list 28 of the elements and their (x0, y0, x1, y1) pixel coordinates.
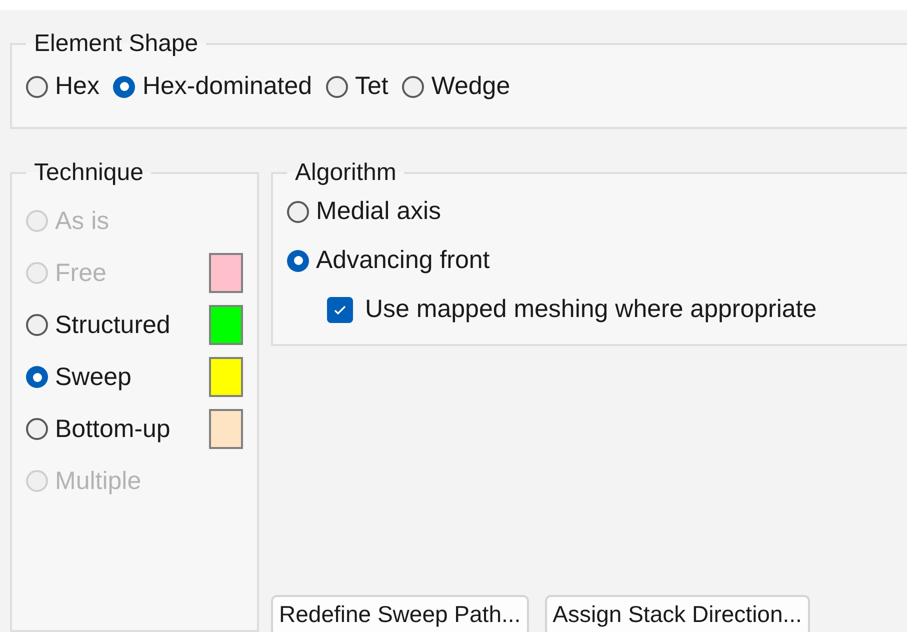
radio-icon (402, 76, 424, 98)
radio-button[interactable]: Wedge (402, 72, 510, 101)
radio-button[interactable]: Hex-dominated (113, 72, 312, 101)
radio-icon (26, 210, 48, 232)
radio-icon (26, 418, 48, 440)
action-button[interactable]: Redefine Sweep Path... (271, 595, 529, 632)
radio-icon (326, 76, 348, 98)
radio-icon (287, 200, 309, 222)
radio-button[interactable]: Sweep (26, 362, 132, 392)
radio-icon (287, 250, 309, 272)
radio-button[interactable]: Advancing front (287, 246, 907, 275)
group-title: Technique (33, 159, 144, 187)
checkmark-icon (327, 296, 353, 322)
radio-button[interactable]: Bottom-up (26, 414, 170, 444)
group-title: Algorithm (294, 159, 398, 187)
radio-button[interactable]: Tet (326, 72, 388, 101)
action-button[interactable]: Assign Stack Direction... (544, 595, 810, 632)
radio-icon (26, 470, 48, 492)
radio-icon (26, 314, 48, 336)
radio-button[interactable]: Hex (26, 72, 100, 101)
radio-icon (113, 76, 136, 98)
radio-icon (26, 366, 48, 388)
radio-button[interactable]: Medial axis (287, 197, 907, 226)
radio-icon (26, 262, 48, 284)
radio-button[interactable]: Structured (26, 310, 170, 340)
group-title: Element Shape (33, 30, 200, 58)
radio-icon (26, 76, 48, 98)
checkbox[interactable]: Use mapped meshing where appropriate (327, 295, 907, 324)
